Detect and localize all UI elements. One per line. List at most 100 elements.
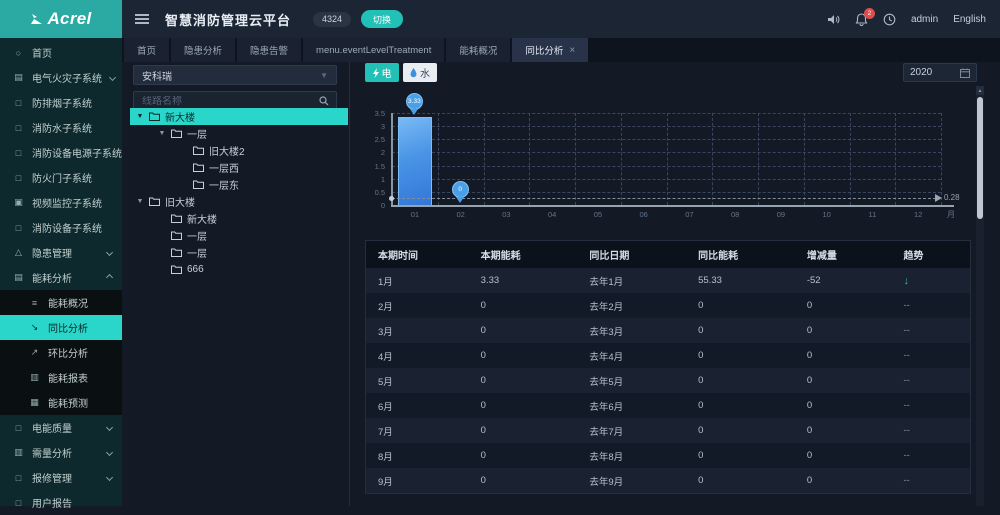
home-icon: ○ [13, 48, 24, 58]
trend-flat-text: -- [903, 400, 909, 411]
trend-flat-text: -- [903, 350, 909, 361]
table-cell: 7月 [366, 418, 469, 443]
bar-chart-icon: ▥ [29, 372, 40, 383]
tab[interactable]: 隐患告警 [237, 38, 301, 62]
tab[interactable]: menu.eventLevelTreatment [303, 38, 444, 62]
tree-node[interactable]: 旧大楼2 [130, 142, 348, 159]
sidebar-item[interactable]: ▥需量分析 [0, 440, 122, 465]
y-axis-line [391, 113, 393, 205]
average-line [392, 198, 936, 199]
user-report-icon: □ [13, 498, 24, 508]
gridline [804, 113, 805, 205]
time-icon[interactable] [883, 13, 896, 26]
search-input[interactable] [134, 96, 312, 107]
sidebar-subitem[interactable]: ▥能耗报表 [0, 365, 122, 390]
sidebar-item-label: 能耗分析 [32, 270, 72, 285]
x-axis-tick: 07 [667, 210, 713, 219]
tree-node[interactable]: ▼旧大楼 [130, 193, 348, 210]
folder-icon [193, 146, 204, 155]
folder-icon [171, 231, 182, 240]
sidebar-item[interactable]: □电能质量 [0, 415, 122, 440]
sidebar-item[interactable]: □消防水子系统 [0, 115, 122, 140]
electric-toggle-button[interactable]: 电 [365, 63, 399, 82]
tree-caret-icon[interactable]: ▼ [136, 198, 144, 205]
sidebar-item-label: 报修管理 [32, 470, 72, 485]
bell-icon[interactable]: 2 [855, 13, 868, 26]
table-cell: 0 [795, 468, 892, 493]
username[interactable]: admin [911, 14, 938, 25]
menu-toggle-icon[interactable] [135, 12, 149, 27]
table-cell: 0 [686, 343, 795, 368]
water-toggle-button[interactable]: 水 [403, 63, 437, 82]
sidebar-nav: ○首页▤电气火灾子系统□防排烟子系统□消防水子系统□消防设备电源子系统□防火门子… [0, 38, 122, 515]
sidebar-subitem-label: 环比分析 [48, 345, 88, 360]
table-row: 7月0去年7月00-- [366, 418, 970, 443]
tree-node[interactable]: 新大楼 [130, 210, 348, 227]
sidebar-item[interactable]: ○首页 [0, 40, 122, 65]
sidebar-item[interactable]: □消防设备子系统 [0, 215, 122, 240]
switch-button[interactable]: 切换 [361, 10, 403, 28]
electric-label: 电 [382, 65, 392, 80]
sidebar-item[interactable]: □防火门子系统 [0, 165, 122, 190]
table-header-cell: 同比日期 [577, 241, 686, 268]
year-picker[interactable]: 2020 [903, 63, 977, 82]
panel-divider [349, 62, 350, 506]
tab[interactable]: 能耗概况 [446, 38, 510, 62]
sidebar-item[interactable]: ▣视频监控子系统 [0, 190, 122, 215]
tab[interactable]: 同比分析 × [512, 38, 588, 62]
gridline [895, 113, 896, 205]
tree-node[interactable]: 一层西 [130, 159, 348, 176]
y-axis-tick: 0.5 [360, 188, 385, 197]
demand-analysis-icon: ▥ [13, 447, 24, 458]
organization-select[interactable]: 安科瑞 ▼ [133, 65, 337, 85]
table-cell: 2月 [366, 293, 469, 318]
tab[interactable]: 隐患分析 [171, 38, 235, 62]
sidebar-subitem[interactable]: ↘同比分析 [0, 315, 122, 340]
app-header: 智慧消防管理云平台 4324 切换 2 admin English [122, 0, 1000, 38]
sidebar-subitem[interactable]: ▦能耗预测 [0, 390, 122, 415]
sidebar-item[interactable]: □ 报修管理 [0, 465, 122, 490]
sidebar-item-label: 用户报告 [32, 495, 72, 510]
tree-node[interactable]: 一层 [130, 227, 348, 244]
tab[interactable]: 首页 [124, 38, 169, 62]
sidebar-subitem[interactable]: ↗环比分析 [0, 340, 122, 365]
sidebar-subitem[interactable]: ≡能耗概况 [0, 290, 122, 315]
sidebar-item[interactable]: ▤电气火灾子系统 [0, 65, 122, 90]
table-cell: 0 [795, 368, 892, 393]
trend-flat-text: -- [903, 450, 909, 461]
language-switch[interactable]: English [953, 14, 986, 25]
sidebar-item[interactable]: ▤能耗分析 [0, 265, 122, 290]
tree-node[interactable]: ▼新大楼 [130, 108, 348, 125]
tree-node-label: 新大楼 [187, 211, 217, 226]
table-cell: 0 [469, 368, 578, 393]
scroll-up-icon[interactable]: ▲ [976, 86, 984, 95]
repair-management-icon: □ [13, 473, 24, 483]
table-row: 1月3.33去年1月55.33-52↓ [366, 268, 970, 293]
tree-node[interactable]: 一层 [130, 244, 348, 261]
tree-node[interactable]: 一层东 [130, 176, 348, 193]
power-quality-icon: □ [13, 423, 24, 433]
table-cell-trend: -- [891, 343, 970, 368]
sidebar-item[interactable]: △隐患管理 [0, 240, 122, 265]
x-axis-tick: 10 [804, 210, 850, 219]
sidebar-subitem-label: 能耗预测 [48, 395, 88, 410]
tree-node[interactable]: ▼一层 [130, 125, 348, 142]
scrollbar-thumb[interactable] [977, 97, 983, 219]
volume-icon[interactable] [827, 13, 840, 26]
table-cell: 0 [795, 393, 892, 418]
x-axis-tick: 05 [575, 210, 621, 219]
tree-caret-icon[interactable]: ▼ [158, 130, 166, 137]
sidebar-item[interactable]: □消防设备电源子系统 [0, 140, 122, 165]
vertical-scrollbar[interactable]: ▲ [976, 86, 984, 506]
data-marker: 3.33 [406, 93, 423, 110]
tree-node[interactable]: 666 [130, 261, 348, 278]
average-line-dot [389, 196, 394, 201]
trend-flat-text: -- [903, 300, 909, 311]
tree-caret-icon[interactable]: ▼ [136, 113, 144, 120]
close-icon[interactable]: × [569, 45, 575, 56]
sidebar-item[interactable]: □ 用户报告 [0, 490, 122, 515]
y-axis-tick: 3.5 [360, 109, 385, 118]
sidebar-item[interactable]: □防排烟子系统 [0, 90, 122, 115]
table-cell: 8月 [366, 443, 469, 468]
tab-label: 同比分析 [525, 43, 563, 57]
